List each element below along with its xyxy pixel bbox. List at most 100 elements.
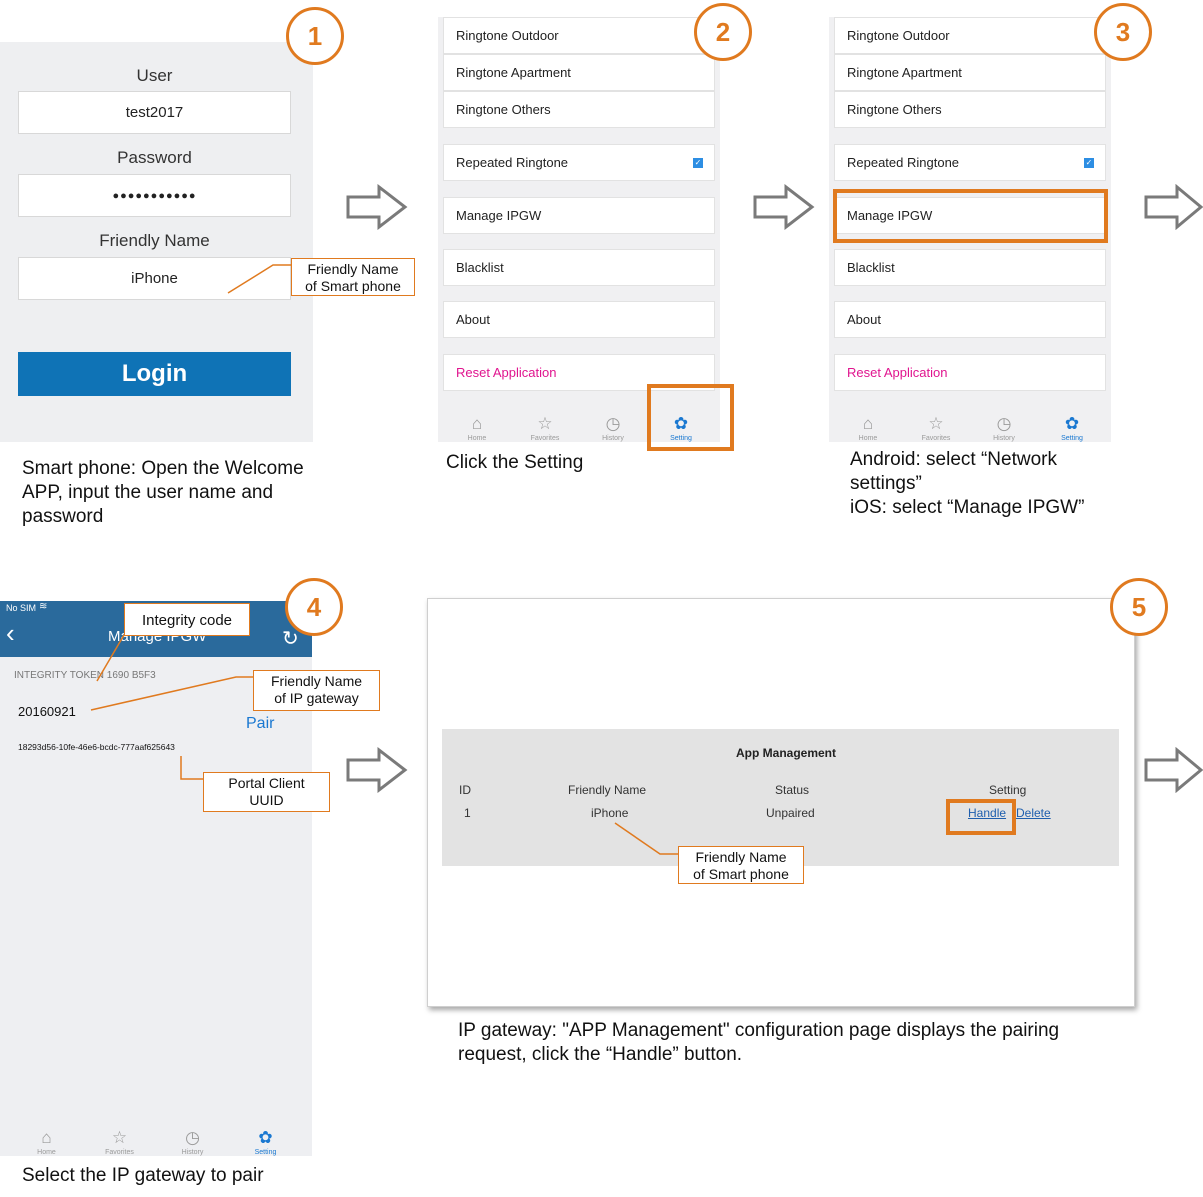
- caption-step4: Select the IP gateway to pair: [22, 1165, 264, 1186]
- column-header-friendly-name: Friendly Name: [568, 783, 647, 797]
- tab-label: History: [993, 435, 1015, 442]
- setting-blacklist[interactable]: Blacklist: [443, 249, 715, 286]
- status-bar-text: No SIM: [6, 603, 37, 613]
- gear-icon: ✿: [1064, 414, 1080, 433]
- callout-line1: Portal Client: [228, 775, 305, 791]
- flow-arrow-icon: [1144, 747, 1203, 793]
- back-chevron-icon[interactable]: ‹: [6, 620, 15, 646]
- setting-ringtone-apartment[interactable]: Ringtone Apartment: [834, 54, 1106, 91]
- highlight-manage-ipgw: [833, 189, 1108, 243]
- tab-setting[interactable]: ✿ Setting: [1042, 414, 1102, 443]
- callout-line2: UUID: [249, 792, 284, 808]
- callout-leader-uuid: [180, 756, 204, 780]
- checkbox-checked-icon[interactable]: ✓: [1084, 158, 1094, 168]
- tab-history[interactable]: ◷ History: [974, 414, 1034, 443]
- flow-arrow-icon: [346, 747, 408, 793]
- clock-icon: ◷: [996, 414, 1012, 433]
- gateway-name: 20160921: [18, 704, 76, 719]
- step-badge-3: 3: [1094, 3, 1152, 61]
- caption-line: request, click the “Handle” button.: [458, 1044, 743, 1065]
- user-label: User: [136, 66, 173, 85]
- step-badge-5: 5: [1110, 578, 1168, 636]
- tab-bar: ⌂ Home ☆ Favorites ◷ History ✿ Setting: [834, 402, 1106, 443]
- home-icon: ⌂: [41, 1128, 52, 1147]
- star-icon: ☆: [928, 414, 944, 433]
- password-input[interactable]: ●●●●●●●●●●●: [18, 174, 291, 217]
- gear-icon: ✿: [258, 1128, 273, 1147]
- login-button[interactable]: Login: [18, 352, 291, 396]
- callout-leader-gateway: [90, 676, 253, 711]
- caption-line: Android: select “Network: [850, 449, 1057, 470]
- callout-friendly-phone-web: Friendly Name of Smart phone: [678, 846, 804, 884]
- tab-home[interactable]: ⌂ Home: [447, 414, 507, 443]
- tab-label: Favorites: [530, 435, 560, 442]
- caption-step3: Android: select “Network settings” iOS: …: [850, 448, 1084, 520]
- pair-button[interactable]: Pair: [246, 715, 274, 733]
- app-management-title: App Management: [736, 746, 837, 760]
- setting-ringtone-apartment[interactable]: Ringtone Apartment: [443, 54, 715, 91]
- clock-icon: ◷: [185, 1128, 200, 1147]
- tab-history[interactable]: ◷ History: [163, 1128, 223, 1157]
- home-icon: ⌂: [862, 414, 874, 433]
- user-input[interactable]: test2017: [18, 91, 291, 134]
- tab-label: Favorites: [105, 1149, 134, 1156]
- callout-leader-web: [614, 822, 678, 855]
- column-header-setting: Setting: [989, 783, 1027, 797]
- friendly-name-label: Friendly Name: [99, 231, 210, 250]
- tab-favorites[interactable]: ☆ Favorites: [515, 414, 575, 443]
- cell-status: Unpaired: [766, 806, 815, 820]
- tab-history[interactable]: ◷ History: [583, 414, 643, 443]
- tab-label: Setting: [254, 1149, 277, 1156]
- tab-label: History: [602, 435, 624, 442]
- wifi-icon: ≋: [39, 601, 48, 612]
- tab-setting[interactable]: ✿ Setting: [236, 1128, 296, 1157]
- step-badge-2: 2: [694, 3, 752, 61]
- delete-link[interactable]: Delete: [1016, 806, 1051, 820]
- tab-home[interactable]: ⌂ Home: [17, 1128, 77, 1157]
- home-icon: ⌂: [471, 414, 483, 433]
- flow-arrow-icon: [346, 184, 408, 230]
- setting-about[interactable]: About: [834, 301, 1106, 338]
- tab-label: Setting: [1061, 435, 1083, 442]
- setting-manage-ipgw[interactable]: Manage IPGW: [443, 197, 715, 234]
- setting-ringtone-outdoor[interactable]: Ringtone Outdoor: [834, 17, 1106, 54]
- checkbox-checked-icon[interactable]: ✓: [693, 158, 703, 168]
- callout-friendly-phone: Friendly Name of Smart phone: [291, 258, 415, 296]
- caption-step2: Click the Setting: [446, 452, 584, 473]
- setting-repeated-ringtone[interactable]: Repeated Ringtone: [834, 144, 1106, 181]
- tab-home[interactable]: ⌂ Home: [838, 414, 898, 443]
- callout-leader-phone: [227, 264, 291, 294]
- setting-blacklist[interactable]: Blacklist: [834, 249, 1106, 286]
- callout-line2: of IP gateway: [274, 690, 359, 706]
- clock-icon: ◷: [605, 414, 621, 433]
- callout-line1: Friendly Name: [695, 849, 787, 865]
- setting-about[interactable]: About: [443, 301, 715, 338]
- callout-line2: of Smart phone: [305, 278, 401, 294]
- caption-step5: IP gateway: "APP Management" configurati…: [458, 1019, 1059, 1067]
- callout-friendly-gateway: Friendly Name of IP gateway: [253, 670, 380, 711]
- setting-ringtone-others[interactable]: Ringtone Others: [834, 91, 1106, 128]
- callout-line1: Friendly Name: [270, 673, 363, 689]
- callout-uuid: Portal Client UUID: [203, 772, 330, 812]
- tab-favorites[interactable]: ☆ Favorites: [90, 1129, 150, 1157]
- setting-repeated-ringtone[interactable]: Repeated Ringtone: [443, 144, 715, 181]
- callout-line2: of Smart phone: [693, 866, 789, 882]
- tab-label: History: [181, 1149, 204, 1156]
- column-header-status: Status: [775, 783, 810, 797]
- cell-friendly-name: iPhone: [591, 806, 629, 820]
- setting-reset-application[interactable]: Reset Application: [834, 354, 1106, 391]
- caption-step1: Smart phone: Open the Welcome APP, input…: [22, 457, 304, 529]
- step-badge-4: 4: [285, 578, 343, 636]
- tab-label: Home: [467, 435, 487, 442]
- setting-ringtone-outdoor[interactable]: Ringtone Outdoor: [443, 17, 715, 54]
- star-icon: ☆: [537, 414, 553, 433]
- highlight-setting-tab: [647, 384, 734, 451]
- callout-line1: Friendly Name: [307, 261, 399, 277]
- setting-ringtone-others[interactable]: Ringtone Others: [443, 91, 715, 128]
- client-uuid: 18293d56-10fe-46e6-bcdc-777aaf625643: [18, 742, 175, 752]
- flow-arrow-icon: [1144, 184, 1203, 230]
- tab-bar: ⌂ Home ☆ Favorites ◷ History ✿ Setting: [10, 1116, 302, 1157]
- tab-favorites[interactable]: ☆ Favorites: [906, 414, 966, 443]
- tab-label: Home: [858, 435, 878, 442]
- caption-line: settings”: [850, 473, 922, 494]
